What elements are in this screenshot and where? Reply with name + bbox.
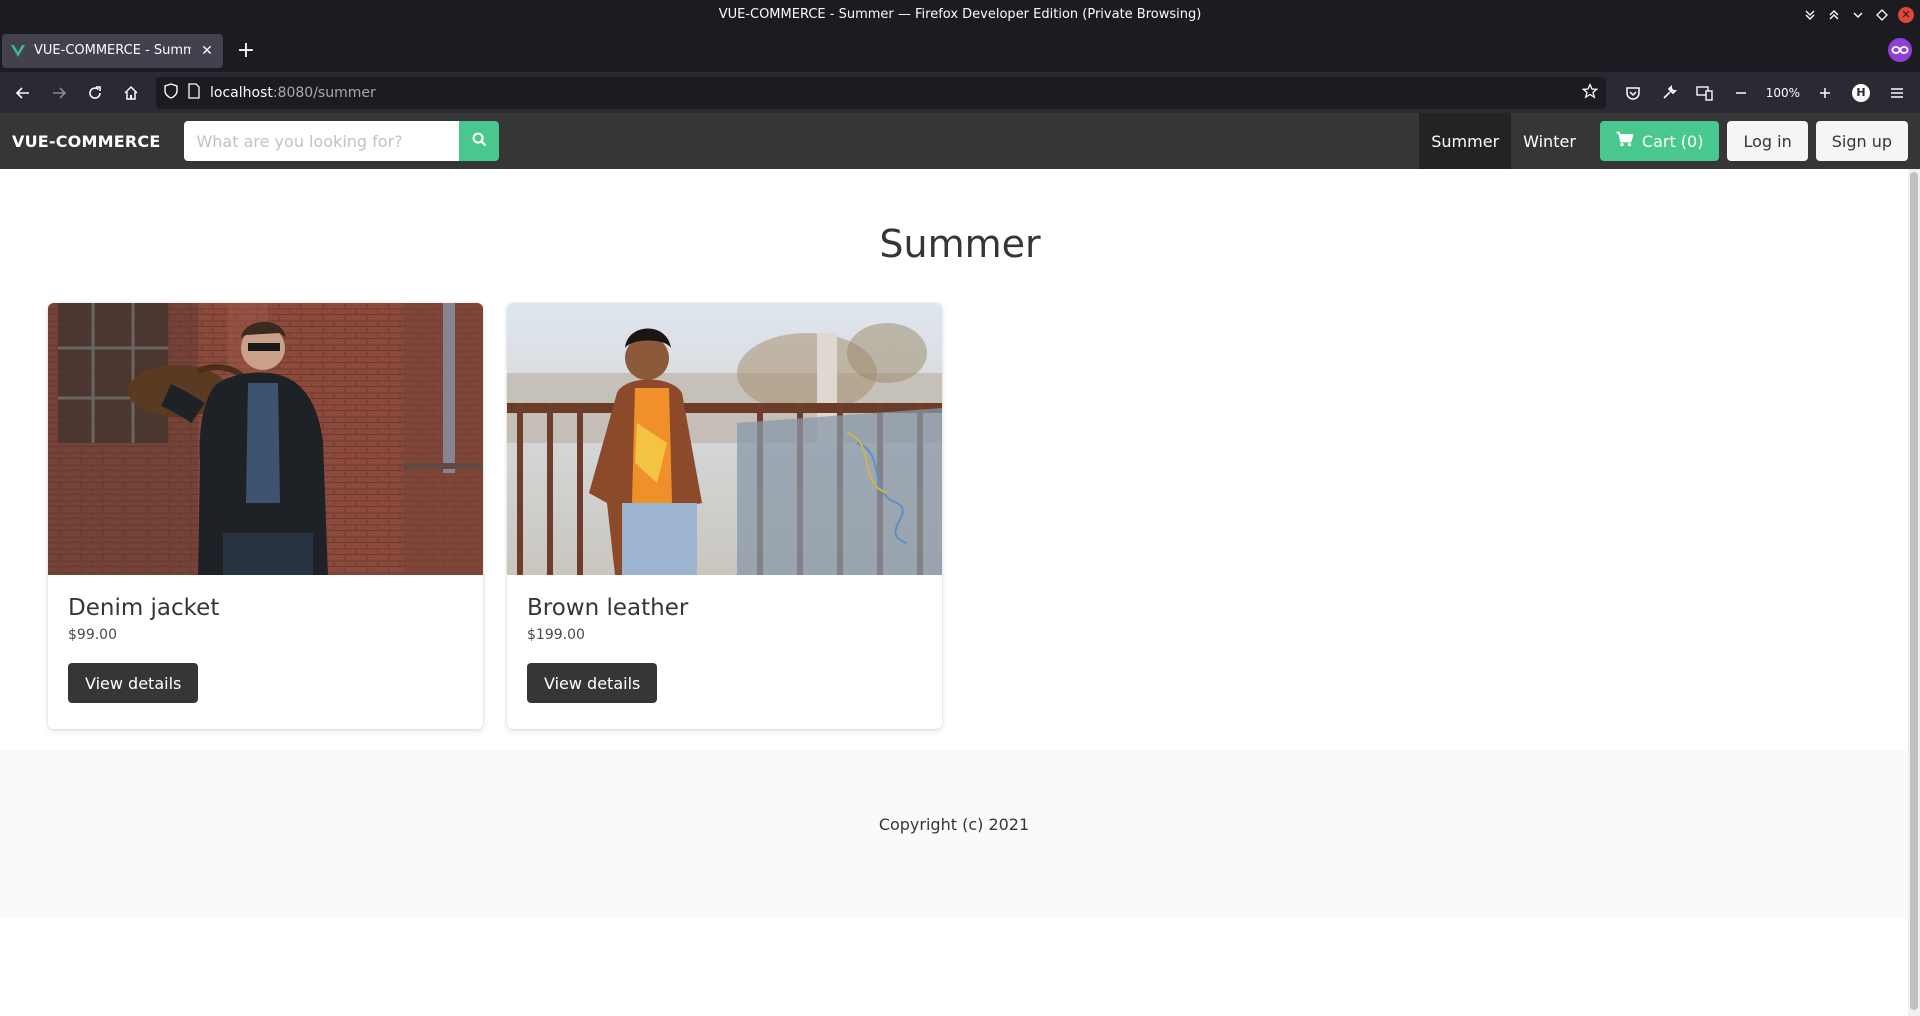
header-nav: Summer Winter Cart (0) Log in Sign up (1419, 113, 1920, 169)
browser-toolbar: localhost:8080/summer 100% H (0, 72, 1920, 113)
url-path: :8080/summer (272, 84, 376, 101)
view-details-button[interactable]: View details (527, 663, 658, 703)
search-button[interactable] (459, 121, 500, 161)
product-card: Brown leather $199.00 View details (507, 303, 942, 729)
window-controls: ✕ (1802, 0, 1914, 29)
page-info-icon[interactable] (188, 82, 200, 103)
tab-close-icon[interactable]: ✕ (199, 43, 215, 59)
private-browsing-icon (1888, 38, 1912, 62)
brand-logo[interactable]: VUE-COMMERCE (12, 132, 160, 151)
page-content: VUE-COMMERCE Summer Winter Cart (0) Log … (0, 113, 1920, 1016)
view-details-button[interactable]: View details (68, 663, 199, 703)
keep-above-icon[interactable] (1874, 7, 1890, 23)
zoom-out-icon[interactable] (1724, 77, 1758, 109)
product-name: Denim jacket (68, 595, 220, 621)
cart-button[interactable]: Cart (0) (1599, 121, 1720, 161)
scrollbar-thumb[interactable] (1910, 172, 1918, 1010)
site-header: VUE-COMMERCE Summer Winter Cart (0) Log … (0, 113, 1920, 169)
close-window-icon[interactable]: ✕ (1898, 6, 1914, 23)
url-host: localhost (210, 84, 273, 101)
reload-icon[interactable] (78, 77, 112, 109)
search-input[interactable] (184, 121, 460, 161)
product-price: $99.00 (68, 627, 117, 643)
tab-title: VUE-COMMERCE - Summer (34, 43, 191, 58)
address-bar[interactable]: localhost:8080/summer (156, 76, 1606, 109)
shopping-cart-icon (1616, 131, 1634, 151)
product-card-body: Brown leather $199.00 View details (507, 575, 942, 723)
shade-icon[interactable] (1802, 7, 1818, 23)
signup-button[interactable]: Sign up (1815, 121, 1908, 161)
vue-logo-icon (10, 43, 26, 59)
product-price: $199.00 (527, 627, 585, 643)
login-button[interactable]: Log in (1727, 121, 1808, 161)
home-icon[interactable] (114, 77, 148, 109)
page-title: Summer (879, 222, 1041, 266)
product-card: Denim jacket $99.00 View details (48, 303, 483, 729)
nav-link-summer[interactable]: Summer (1419, 113, 1512, 169)
tab-active[interactable]: VUE-COMMERCE - Summer ✕ (2, 33, 223, 68)
menu-icon[interactable] (1880, 77, 1914, 109)
site-footer: Copyright (c) 2021 (0, 750, 1908, 918)
search-form (184, 121, 500, 161)
maximize-icon[interactable] (1826, 7, 1842, 23)
window-titlebar: VUE-COMMERCE - Summer — Firefox Develope… (0, 0, 1920, 29)
pocket-icon[interactable] (1616, 77, 1650, 109)
product-card-body: Denim jacket $99.00 View details (48, 575, 483, 723)
zoom-in-icon[interactable] (1808, 77, 1842, 109)
tab-strip: VUE-COMMERCE - Summer ✕ + (0, 29, 1920, 72)
window-title: VUE-COMMERCE - Summer — Firefox Develope… (718, 7, 1202, 22)
tracking-protection-icon[interactable] (164, 82, 178, 103)
forward-icon[interactable] (42, 77, 76, 109)
product-image-denim-jacket[interactable] (48, 303, 483, 575)
zoom-level[interactable]: 100% (1760, 86, 1806, 100)
bookmark-star-icon[interactable] (1581, 82, 1599, 103)
copyright-text: Copyright (c) 2021 (878, 814, 1030, 834)
profile-extension-icon[interactable]: H (1844, 77, 1878, 109)
profile-initial: H (1852, 83, 1870, 102)
back-icon[interactable] (6, 77, 40, 109)
url-text: localhost:8080/summer (210, 85, 376, 101)
cart-label: Cart (0) (1641, 131, 1704, 151)
product-name: Brown leather (527, 595, 689, 621)
product-image-brown-leather[interactable] (507, 303, 942, 575)
nav-link-winter[interactable]: Winter (1511, 113, 1588, 169)
page-scrollbar[interactable] (1908, 169, 1920, 1016)
responsive-design-icon[interactable] (1688, 77, 1722, 109)
minimize-icon[interactable] (1850, 7, 1866, 23)
search-icon (472, 132, 487, 150)
new-tab-icon[interactable]: + (229, 34, 263, 68)
developer-tools-icon[interactable] (1652, 77, 1686, 109)
product-grid: Denim jacket $99.00 View details Brown l… (0, 303, 1920, 729)
